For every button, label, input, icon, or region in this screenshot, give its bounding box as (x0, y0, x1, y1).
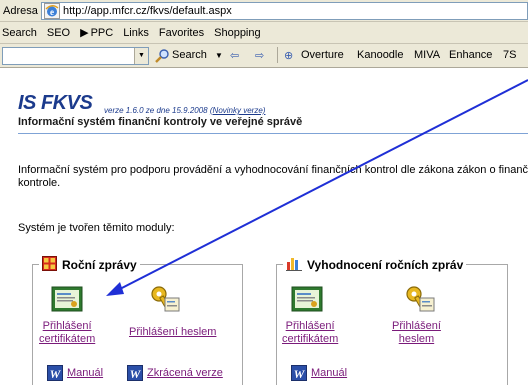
module-annual-report-evaluation: Vyhodnocení ročních zpráv Přihlášení cer… (276, 256, 508, 385)
page-content: IS FKVS verze 1.6.0 ze dne 15.9.2008 (No… (0, 68, 528, 385)
forward-arrow-icon[interactable]: ⇨ (255, 49, 264, 62)
manual-label: Manuál (311, 367, 348, 379)
short-version-label: Zkrácená verze (147, 367, 223, 379)
manual-link[interactable]: W Manuál (291, 365, 347, 381)
links-favorites[interactable]: Favorites (154, 27, 209, 39)
cert-login-link[interactable]: Přihlášení certifikátem (282, 320, 338, 346)
toolbar-miva[interactable]: MIVA (414, 49, 440, 61)
short-version-link[interactable]: W Zkrácená verze (127, 365, 223, 381)
address-url: http://app.mfcr.cz/fkvs/default.aspx (63, 5, 232, 17)
password-login-line1: Přihlášení (392, 320, 441, 332)
toolbar-7s[interactable]: 7S (503, 49, 516, 61)
cert-login-line1: Přihlášení (285, 320, 335, 332)
module-title: Vyhodnocení ročních zpráv (307, 258, 464, 272)
magnifier-icon (155, 49, 170, 66)
certificate-icon[interactable] (51, 286, 83, 315)
overture-icon: ⊕ (284, 50, 294, 62)
toolbar-enhance[interactable]: Enhance (449, 49, 492, 61)
links-shopping[interactable]: Shopping (209, 27, 266, 39)
title-divider (18, 133, 528, 134)
password-login-line2: heslem (398, 333, 435, 345)
version-text: verze 1.6.0 ze dne 15.9.2008 (104, 106, 208, 115)
links-ppc[interactable]: PPC (91, 27, 119, 39)
chevron-down-icon[interactable]: ▼ (215, 51, 223, 60)
page-subtitle: Informační systém finanční kontroly ve v… (18, 116, 303, 128)
module-annual-reports: Roční zprávy Přihlášení certifikátem Při… (32, 256, 243, 385)
search-toolbar: ▼ Search ▼ ⇦ ⇨ ⊕ Overture Kanoodle MIVA … (0, 44, 528, 68)
toolbar-separator (277, 47, 278, 63)
password-login-link[interactable]: Přihlášení heslem (129, 326, 216, 339)
links-search[interactable]: Search (0, 27, 42, 39)
word-doc-icon: W (47, 365, 63, 381)
svg-text:e: e (50, 7, 54, 17)
internet-explorer-icon: e (44, 3, 60, 19)
links-toolbar: Search SEO ▶ PPC Links Favorites Shoppin… (0, 22, 528, 44)
module-title: Roční zprávy (62, 258, 137, 272)
back-arrow-icon[interactable]: ⇦ (230, 49, 239, 62)
key-icon[interactable] (404, 284, 436, 317)
module-legend: Roční zprávy (39, 256, 140, 274)
links-links[interactable]: Links (118, 27, 154, 39)
version-info: verze 1.6.0 ze dne 15.9.2008 (Novinky ve… (104, 106, 265, 115)
news-link[interactable]: (Novinky verze) (210, 106, 266, 115)
chevron-down-icon[interactable]: ▼ (134, 48, 148, 64)
toolbar-search-input[interactable]: ▼ (2, 47, 149, 65)
cert-login-line2: certifikátem (282, 333, 339, 345)
links-seo[interactable]: SEO (42, 27, 75, 39)
certificate-icon[interactable] (291, 286, 323, 315)
cert-login-line2: certifikátem (39, 333, 96, 345)
address-label: Adresa (3, 4, 38, 17)
word-doc-icon: W (291, 365, 307, 381)
bar-chart-icon (286, 256, 302, 274)
grid-icon (42, 256, 57, 274)
modules-heading: Systém je tvořen těmito moduly: (18, 222, 175, 234)
cert-login-link[interactable]: Přihlášení certifikátem (39, 320, 95, 346)
key-icon[interactable] (149, 284, 181, 317)
intro-text: Informační systém pro podporu provádění … (18, 164, 528, 189)
address-input[interactable]: e http://app.mfcr.cz/fkvs/default.aspx (41, 2, 528, 20)
password-login-link[interactable]: Přihlášení heslem (392, 320, 441, 346)
page-title: IS FKVS (18, 92, 93, 114)
address-bar: Adresa e http://app.mfcr.cz/fkvs/default… (0, 0, 528, 22)
cert-login-line1: Přihlášení (42, 320, 92, 332)
manual-label: Manuál (67, 367, 104, 379)
word-doc-icon: W (127, 365, 143, 381)
module-legend: Vyhodnocení ročních zpráv (283, 256, 467, 274)
toolbar-search-button[interactable]: Search (172, 49, 207, 61)
manual-link[interactable]: W Manuál (47, 365, 103, 381)
triangle-right-icon: ▶ (80, 27, 89, 39)
toolbar-overture[interactable]: Overture (301, 49, 344, 61)
toolbar-kanoodle[interactable]: Kanoodle (357, 49, 404, 61)
